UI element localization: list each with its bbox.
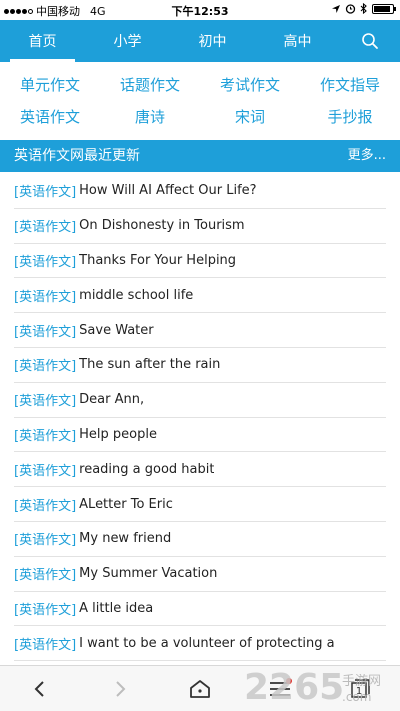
category-handwritten-newspaper[interactable]: 手抄报 [300, 102, 400, 132]
item-category-tag[interactable]: [英语作文] [14, 355, 76, 374]
category-exam-essay[interactable]: 考试作文 [200, 70, 300, 100]
search-button[interactable] [340, 20, 400, 62]
category-grid: 单元作文 话题作文 考试作文 作文指导 英语作文 唐诗 宋词 手抄报 [0, 62, 400, 140]
list-item[interactable]: [英语作文] I want to be a volunteer of protec… [14, 626, 386, 662]
list-item[interactable]: [英语作文] Dear Ann, [14, 383, 386, 418]
category-unit-essay[interactable]: 单元作文 [0, 70, 100, 100]
item-title[interactable]: Help people [79, 427, 157, 442]
back-button[interactable] [0, 666, 80, 711]
item-title[interactable]: Thanks For Your Helping [79, 253, 236, 268]
item-category-tag[interactable]: [英语作文] [14, 599, 76, 618]
home-icon [190, 679, 210, 698]
category-row: 英语作文 唐诗 宋词 手抄报 [0, 102, 400, 132]
item-title[interactable]: middle school life [79, 288, 193, 303]
chevron-right-icon [116, 680, 126, 697]
location-arrow-icon [332, 4, 340, 13]
item-title[interactable]: Dear Ann, [79, 392, 144, 407]
item-title[interactable]: My new friend [79, 531, 171, 546]
tab-junior-high[interactable]: 初中 [170, 20, 255, 62]
item-category-tag[interactable]: [英语作文] [14, 495, 76, 514]
item-title[interactable]: I want to be a volunteer of protecting a [79, 636, 334, 651]
category-row: 单元作文 话题作文 考试作文 作文指导 [0, 70, 400, 100]
alarm-clock-icon [345, 4, 356, 14]
chevron-left-icon [34, 680, 44, 697]
category-topic-essay[interactable]: 话题作文 [100, 70, 200, 100]
list-item[interactable]: [英语作文] On Dishonesty in Tourism [14, 209, 386, 244]
list-item[interactable]: [英语作文] The sun after the rain [14, 348, 386, 383]
more-link[interactable]: 更多... [348, 140, 386, 172]
item-title[interactable]: The sun after the rain [79, 357, 220, 372]
bluetooth-icon [360, 3, 367, 14]
list-item[interactable]: [英语作文] reading a good habit [14, 452, 386, 488]
battery-icon [372, 3, 396, 14]
item-category-tag[interactable]: [英语作文] [14, 181, 76, 200]
status-right [331, 3, 396, 14]
list-item[interactable]: [英语作文] Save Water [14, 313, 386, 348]
list-item[interactable]: [英语作文] Help people [14, 418, 386, 453]
list-item[interactable]: [英语作文] My Summer Vacation [14, 557, 386, 592]
section-title: 英语作文网最近更新 [14, 148, 140, 164]
item-title[interactable]: reading a good habit [79, 462, 214, 477]
tab-senior-high[interactable]: 高中 [255, 20, 340, 62]
home-button[interactable] [160, 666, 240, 711]
section-header: 英语作文网最近更新 更多... [0, 140, 400, 172]
list-item[interactable]: [英语作文] My new friend [14, 522, 386, 557]
article-list: [英语作文] How Will AI Affect Our Life? [英语作文… [0, 174, 400, 662]
item-title[interactable]: My Summer Vacation [79, 566, 217, 581]
item-category-tag[interactable]: [英语作文] [14, 529, 76, 548]
svg-text:2265: 2265 [244, 667, 344, 707]
tab-primary-school[interactable]: 小学 [85, 20, 170, 62]
tab-home[interactable]: 首页 [0, 20, 85, 62]
forward-button[interactable] [80, 666, 160, 711]
svg-text:手游网: 手游网 [342, 674, 381, 689]
item-category-tag[interactable]: [英语作文] [14, 634, 76, 653]
svg-text:.com: .com [342, 690, 371, 704]
item-category-tag[interactable]: [英语作文] [14, 286, 76, 305]
item-title[interactable]: Save Water [79, 323, 153, 338]
site-watermark-logo: 2265 手游网 .com [244, 667, 381, 707]
item-category-tag[interactable]: [英语作文] [14, 390, 76, 409]
item-title[interactable]: On Dishonesty in Tourism [79, 218, 244, 233]
category-writing-guide[interactable]: 作文指导 [300, 70, 400, 100]
list-item[interactable]: [英语作文] How Will AI Affect Our Life? [14, 174, 386, 209]
list-item[interactable]: [英语作文] Thanks For Your Helping [14, 244, 386, 279]
top-nav: 首页 小学 初中 高中 [0, 20, 400, 62]
item-title[interactable]: How Will AI Affect Our Life? [79, 183, 256, 198]
item-category-tag[interactable]: [英语作文] [14, 216, 76, 235]
item-title[interactable]: A little idea [79, 601, 153, 616]
item-category-tag[interactable]: [英语作文] [14, 564, 76, 583]
item-category-tag[interactable]: [英语作文] [14, 460, 76, 479]
status-bar: 中国移动 4G 下午12:53 [0, 0, 400, 20]
list-item[interactable]: [英语作文] ALetter To Eric [14, 487, 386, 522]
category-tang-poems[interactable]: 唐诗 [100, 102, 200, 132]
item-category-tag[interactable]: [英语作文] [14, 321, 76, 340]
category-english-essay[interactable]: 英语作文 [0, 102, 100, 132]
list-item[interactable]: [英语作文] A little idea [14, 592, 386, 627]
item-category-tag[interactable]: [英语作文] [14, 251, 76, 270]
category-song-ci[interactable]: 宋词 [200, 102, 300, 132]
item-category-tag[interactable]: [英语作文] [14, 425, 76, 444]
item-title[interactable]: ALetter To Eric [79, 497, 173, 512]
list-item[interactable]: [英语作文] middle school life [14, 278, 386, 314]
search-icon [362, 33, 378, 49]
